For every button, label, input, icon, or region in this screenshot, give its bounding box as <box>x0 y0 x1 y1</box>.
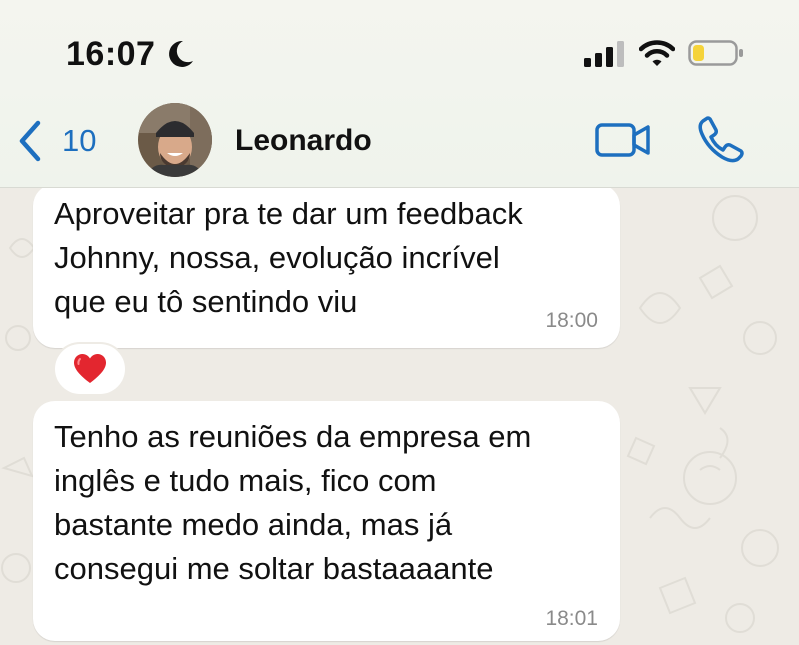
avatar[interactable] <box>138 103 212 177</box>
moon-icon <box>169 40 193 67</box>
signal-icon <box>584 41 624 67</box>
chat-header: 16:07 10 Leonardo <box>0 0 799 188</box>
status-time: 16:07 <box>66 35 156 73</box>
message-bubble-incoming[interactable]: Tenho as reuniões da empresa em inglês e… <box>33 401 620 641</box>
phone-icon[interactable] <box>696 114 746 164</box>
message-timestamp: 18:01 <box>545 607 598 630</box>
back-button[interactable]: 10 <box>14 116 96 166</box>
heart-icon <box>74 354 106 383</box>
video-camera-icon[interactable] <box>594 118 652 162</box>
contact-name[interactable]: Leonardo <box>235 121 372 161</box>
message-timestamp: 18:00 <box>545 309 598 332</box>
message-text: Tenho as reuniões da empresa em inglês e… <box>54 419 532 586</box>
battery-icon <box>688 40 743 66</box>
message-bubble-incoming[interactable]: Aproveitar pra te dar um feedback Johnny… <box>33 188 620 348</box>
wifi-icon <box>639 40 675 66</box>
unread-count: 10 <box>62 123 97 158</box>
message-text: Aproveitar pra te dar um feedback Johnny… <box>54 196 523 319</box>
message-reaction[interactable] <box>55 344 125 394</box>
avatar-image <box>138 103 212 177</box>
chat-area[interactable]: Aproveitar pra te dar um feedback Johnny… <box>0 188 799 645</box>
chevron-left-icon <box>19 120 41 162</box>
